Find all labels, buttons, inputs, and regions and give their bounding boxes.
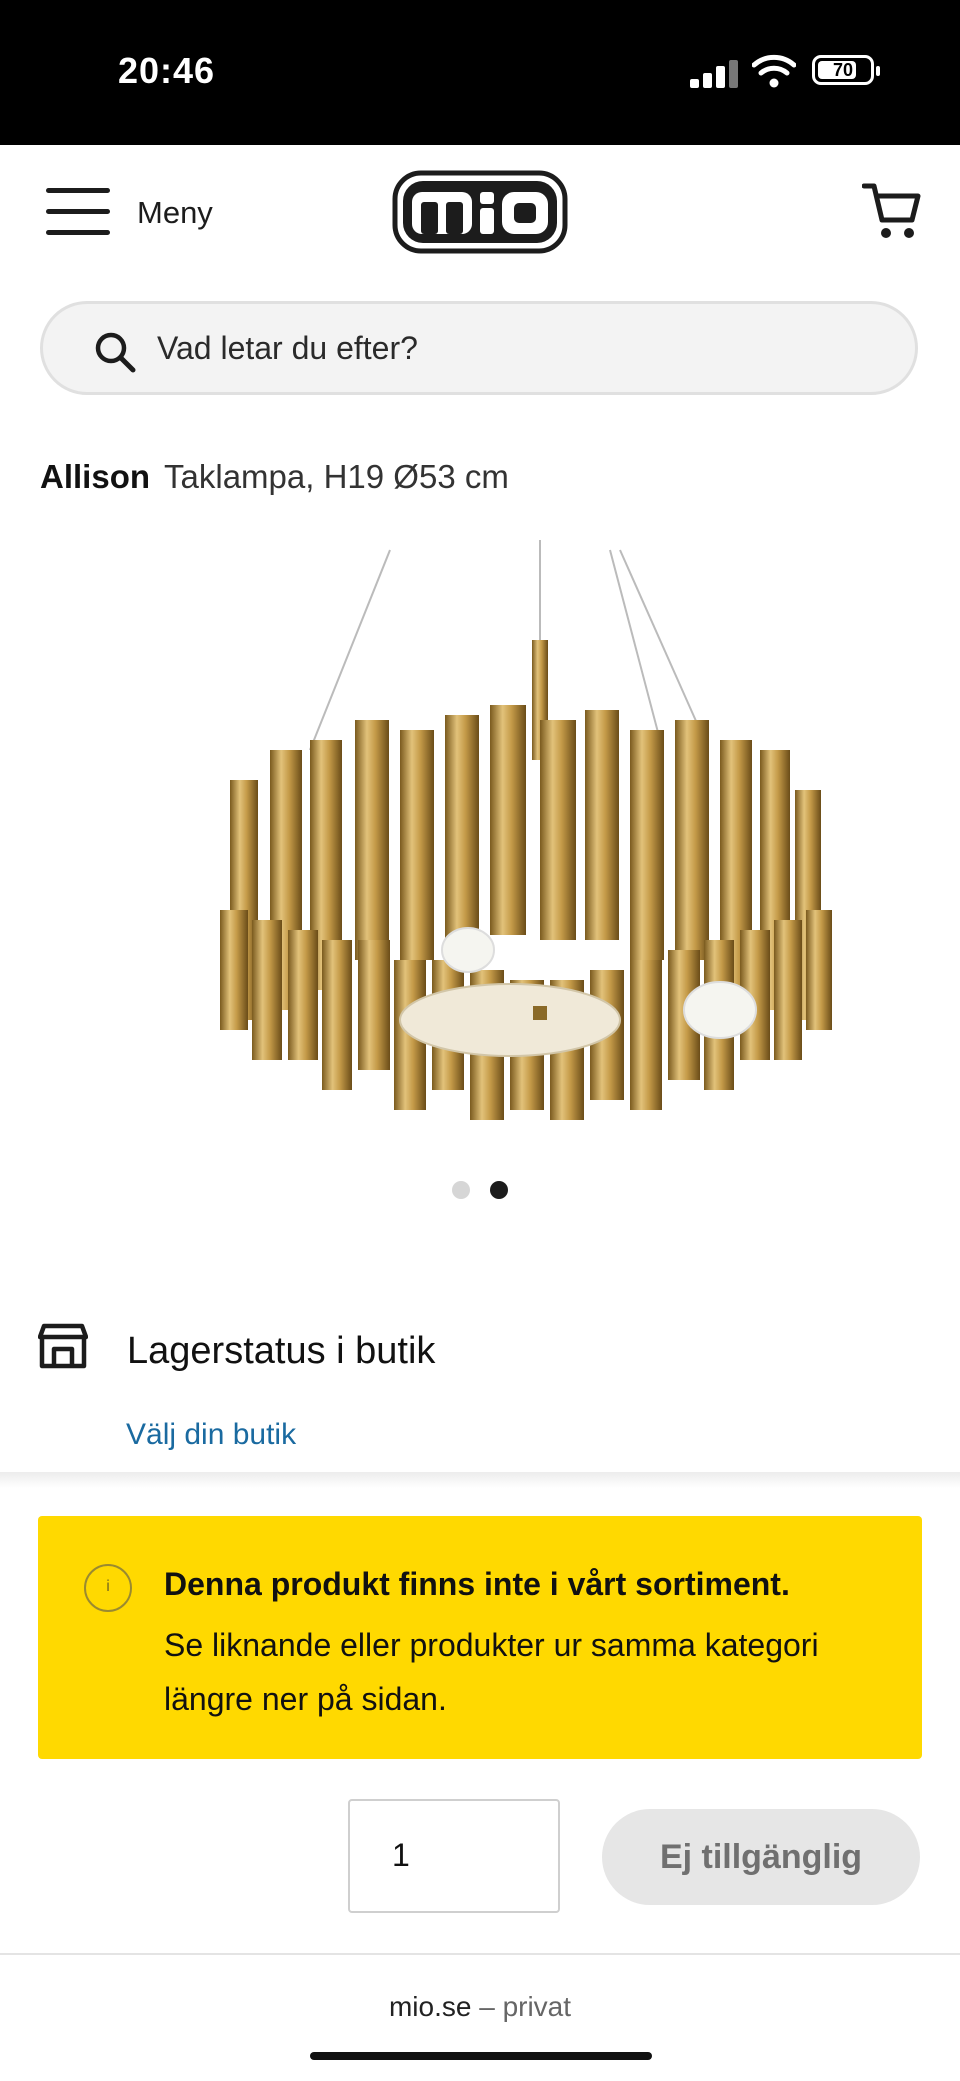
signal-icon [690,58,740,88]
choose-store-link[interactable]: Välj din butik [126,1418,296,1452]
notice-title: Denna produkt finns inte i vårt sortimen… [164,1566,790,1602]
quantity-field[interactable]: 1 [348,1799,560,1913]
home-indicator[interactable] [310,2052,652,2060]
stock-status-title: Lagerstatus i butik [127,1330,436,1372]
unavailable-button[interactable]: Ej tillgänglig [602,1809,920,1905]
hamburger-icon[interactable] [46,186,110,238]
quantity-value[interactable]: 1 [392,1837,410,1874]
mio-logo[interactable] [392,170,568,254]
menu-button-label[interactable]: Meny [137,195,213,231]
battery-level: 70 [832,60,854,80]
carousel-dot-1[interactable] [452,1181,470,1199]
carousel-dot-2-active[interactable] [490,1181,508,1199]
browser-address-bar[interactable]: mio.se – privat [0,1953,960,2081]
search-input[interactable] [157,304,877,392]
info-icon: i [84,1564,132,1612]
search-icon [95,332,136,373]
product-unavailable-notice: i Denna produkt finns inte i vårt sortim… [38,1516,922,1759]
cart-icon[interactable] [862,180,922,242]
search-bar[interactable] [40,301,918,395]
url-separator: – [479,1991,495,2022]
product-description: Taklampa, H19 Ø53 cm [164,458,509,495]
battery-icon: 70 [812,55,880,85]
product-image[interactable] [180,540,860,1140]
wifi-icon [752,54,796,88]
product-title: Allison Taklampa, H19 Ø53 cm [40,458,509,496]
url-display[interactable]: mio.se – privat [0,1991,960,2023]
status-bar: 20:46 70 [0,0,960,145]
status-time: 20:46 [118,50,216,91]
url-domain: mio.se [388,1991,472,2022]
product-name: Allison [40,458,151,495]
private-mode-label: privat [502,1991,572,2022]
bottom-sheet-divider [0,1472,960,1488]
notice-body: Se liknande eller produkter ur samma kat… [164,1627,819,1717]
store-icon [38,1323,88,1369]
